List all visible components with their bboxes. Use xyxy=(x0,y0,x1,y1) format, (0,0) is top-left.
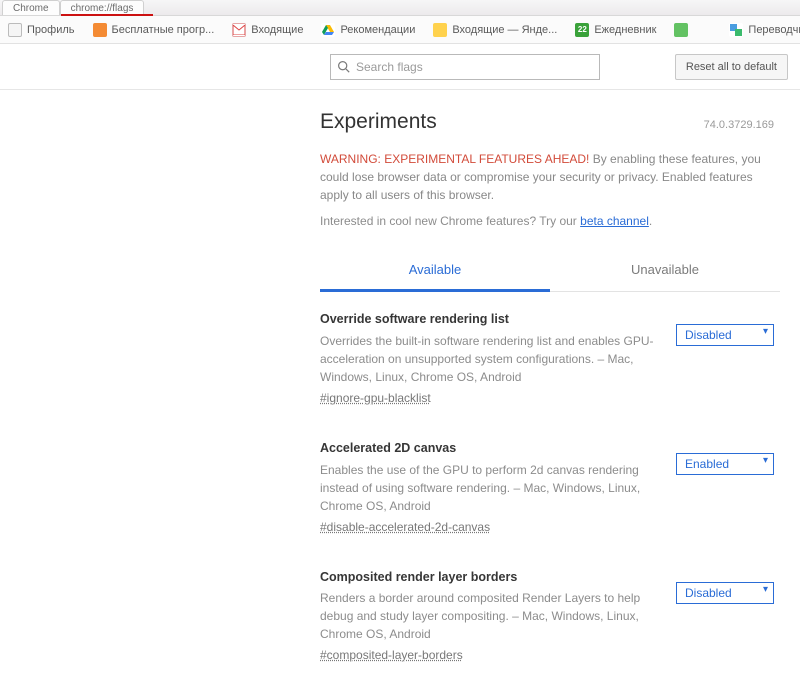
bookmark-label: Бесплатные прогр... xyxy=(112,24,215,36)
flag-row: Composited render layer borders Renders … xyxy=(320,550,780,679)
tab-unavailable[interactable]: Unavailable xyxy=(550,252,780,291)
flag-select[interactable] xyxy=(676,582,774,604)
flag-select[interactable] xyxy=(676,324,774,346)
bookmark-label: Ежедневник xyxy=(594,24,656,36)
interest-text: Interested in cool new Chrome features? … xyxy=(320,214,780,228)
browser-tab-url[interactable]: chrome://flags xyxy=(60,0,145,15)
interest-post: . xyxy=(649,214,652,228)
search-input[interactable]: Search flags xyxy=(330,54,600,80)
interest-pre: Interested in cool new Chrome features? … xyxy=(320,214,580,228)
warning-heading: WARNING: EXPERIMENTAL FEATURES AHEAD! xyxy=(320,152,589,166)
main-content: Experiments 74.0.3729.169 WARNING: EXPER… xyxy=(0,90,790,698)
flag-desc: Renders a border around composited Rende… xyxy=(320,591,640,641)
bookmark-item[interactable] xyxy=(674,23,693,37)
bookmarks-bar: Профиль Бесплатные прогр... Входящие Рек… xyxy=(0,16,800,44)
bookmark-item[interactable]: Профиль xyxy=(8,23,75,37)
search-icon xyxy=(337,60,350,73)
yandex-mail-icon xyxy=(433,23,447,37)
bookmark-item[interactable]: Входящие xyxy=(232,23,303,37)
bookmark-item[interactable]: Бесплатные прогр... xyxy=(93,23,215,37)
flag-name: Composited render layer borders xyxy=(320,568,662,587)
warning-text: WARNING: EXPERIMENTAL FEATURES AHEAD! By… xyxy=(320,150,780,204)
page-title: Experiments xyxy=(320,110,437,134)
calendar-icon: 22 xyxy=(575,23,589,37)
flag-name: Override software rendering list xyxy=(320,310,662,329)
flag-select[interactable] xyxy=(676,453,774,475)
flag-hash[interactable]: #ignore-gpu-blacklist xyxy=(320,389,431,407)
browser-tab-app[interactable]: Chrome xyxy=(2,0,60,15)
flags-toolbar: Search flags Reset all to default xyxy=(0,44,800,90)
chrome-version: 74.0.3729.169 xyxy=(704,119,774,131)
bookmark-label: Профиль xyxy=(27,24,75,36)
bookmark-item[interactable]: Переводчик он xyxy=(729,23,800,37)
flag-select-wrap xyxy=(676,310,774,346)
flag-tabs: Available Unavailable xyxy=(320,252,780,292)
beta-channel-link[interactable]: beta channel xyxy=(580,214,649,228)
page-icon xyxy=(8,23,22,37)
translate-icon xyxy=(729,23,743,37)
gmail-icon xyxy=(232,23,246,37)
flag-row: Accelerated 2D canvas Enables the use of… xyxy=(320,421,780,550)
bookmark-item[interactable]: Рекомендации xyxy=(321,23,415,37)
search-placeholder: Search flags xyxy=(356,60,423,74)
drive-icon xyxy=(321,23,335,37)
tab-available[interactable]: Available xyxy=(320,252,550,292)
bookmark-label: Переводчик он xyxy=(748,24,800,36)
flag-row: Override software rendering list Overrid… xyxy=(320,292,780,421)
flag-hash[interactable]: #disable-accelerated-2d-canvas xyxy=(320,518,490,536)
bookmark-label: Входящие — Янде... xyxy=(452,24,557,36)
bookmark-label: Рекомендации xyxy=(340,24,415,36)
browser-tab-strip: Chrome chrome://flags xyxy=(0,0,800,16)
rss-icon xyxy=(93,23,107,37)
reset-all-button[interactable]: Reset all to default xyxy=(675,54,788,80)
bookmark-item[interactable]: 22 Ежедневник xyxy=(575,23,656,37)
flag-select-wrap xyxy=(676,568,774,604)
flag-select-wrap xyxy=(676,439,774,475)
flag-desc: Enables the use of the GPU to perform 2d… xyxy=(320,463,640,513)
flag-desc: Overrides the built-in software renderin… xyxy=(320,334,654,384)
flag-name: Accelerated 2D canvas xyxy=(320,439,662,458)
bookmark-item[interactable]: Входящие — Янде... xyxy=(433,23,557,37)
flag-hash[interactable]: #composited-layer-borders xyxy=(320,646,463,664)
square-icon xyxy=(674,23,688,37)
bookmark-label: Входящие xyxy=(251,24,303,36)
